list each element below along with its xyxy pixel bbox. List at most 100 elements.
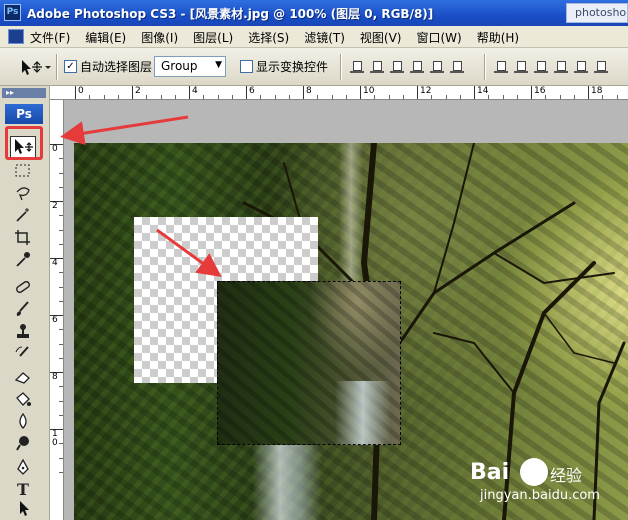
ruler-minor-tick xyxy=(388,95,390,99)
selection-marquee[interactable] xyxy=(217,281,401,445)
ruler-minor-tick xyxy=(274,95,276,99)
ruler-minor-tick xyxy=(59,243,63,245)
ruler-tick-label: 4 xyxy=(50,258,63,268)
ruler-minor-tick xyxy=(59,172,63,174)
align-bottom-icon[interactable] xyxy=(390,59,404,73)
align-top-icon[interactable] xyxy=(350,59,364,73)
options-separator xyxy=(484,54,485,80)
title-bar: Ps Adobe Photoshop CS3 - [风景素材.jpg @ 100… xyxy=(0,0,628,26)
ruler-minor-tick xyxy=(231,95,233,99)
clone-stamp-tool-icon[interactable] xyxy=(12,322,34,342)
brush-tool-icon[interactable] xyxy=(12,300,34,320)
ruler-minor-tick xyxy=(616,95,618,99)
crop-tool-icon[interactable] xyxy=(12,228,34,248)
ruler-tick-label: 0 xyxy=(75,86,84,99)
menu-item[interactable]: 文件(F) xyxy=(30,29,70,46)
eraser-tool-icon[interactable] xyxy=(12,368,34,388)
magic-wand-tool-icon[interactable] xyxy=(12,206,34,226)
ruler-tick-label: 18 xyxy=(588,86,602,99)
window-title: Adobe Photoshop CS3 - [风景素材.jpg @ 100% (… xyxy=(27,7,434,21)
watermark-cn: 经验 xyxy=(550,466,583,485)
options-bar: ✓ 自动选择图层 Group ▼ 显示变换控件 xyxy=(0,48,628,86)
ruler-minor-tick xyxy=(59,386,63,388)
ruler-minor-tick xyxy=(431,95,433,99)
ruler-minor-tick xyxy=(59,443,63,445)
ruler-minor-tick xyxy=(331,95,333,99)
menu-item[interactable]: 图层(L) xyxy=(193,29,233,46)
blur-tool-icon[interactable] xyxy=(12,412,34,432)
ruler-minor-tick xyxy=(59,272,63,274)
ruler-minor-tick xyxy=(174,95,176,99)
distribute-hcenter-icon[interactable] xyxy=(574,59,588,73)
lasso-tool-icon[interactable] xyxy=(12,184,34,204)
ruler-tick-label: 14 xyxy=(474,86,488,99)
marquee-tool-icon[interactable] xyxy=(12,162,34,182)
ruler-minor-tick xyxy=(117,95,119,99)
align-vertical-center-icon[interactable] xyxy=(370,59,384,73)
dropdown-value: Group xyxy=(161,59,198,73)
auto-select-checkbox[interactable]: ✓ xyxy=(64,60,77,73)
ruler-minor-tick xyxy=(146,95,148,99)
pen-tool-icon[interactable] xyxy=(12,458,34,478)
ruler-minor-tick xyxy=(59,329,63,331)
distribute-right-icon[interactable] xyxy=(594,59,608,73)
eyedropper-tool-icon[interactable] xyxy=(12,250,34,270)
distribute-top-icon[interactable] xyxy=(494,59,508,73)
path-selection-tool-icon[interactable] xyxy=(12,500,34,520)
align-horizontal-center-icon[interactable] xyxy=(430,59,444,73)
menu-bar: 文件(F) 编辑(E) 图像(I) 图层(L) 选择(S) 滤镜(T) 视图(V) 窗口(W)… xyxy=(0,26,628,48)
auto-select-target-dropdown[interactable]: Group ▼ xyxy=(154,56,226,77)
watermark-brand: Bai xyxy=(470,460,510,485)
ruler-tick-label: 6 xyxy=(50,315,63,325)
ruler-minor-tick xyxy=(59,343,63,345)
vertical-ruler[interactable]: 0 2 4 6 8 1 0 xyxy=(50,100,64,520)
healing-brush-tool-icon[interactable] xyxy=(12,278,34,298)
toolbox-grip[interactable]: ▸▸ xyxy=(2,88,46,98)
ruler-minor-tick xyxy=(59,457,63,459)
options-separator xyxy=(56,54,57,80)
move-tool-preset-icon[interactable] xyxy=(16,57,52,77)
ruler-tick-label: 16 xyxy=(531,86,545,99)
distribute-bottom-icon[interactable] xyxy=(534,59,548,73)
menu-item[interactable]: 图像(I) xyxy=(141,29,178,46)
ruler-tick-label: 8 xyxy=(50,372,63,382)
menu-item[interactable]: 帮助(H) xyxy=(477,29,519,46)
ruler-minor-tick xyxy=(374,95,376,99)
show-transform-checkbox[interactable] xyxy=(240,60,253,73)
photoshop-app-icon: Ps xyxy=(4,4,21,21)
ruler-minor-tick xyxy=(488,95,490,99)
document-icon[interactable] xyxy=(8,29,24,44)
menu-item[interactable]: 窗口(W) xyxy=(416,29,461,46)
ruler-minor-tick xyxy=(573,95,575,99)
ruler-minor-tick xyxy=(402,95,404,99)
paint-bucket-tool-icon[interactable] xyxy=(12,390,34,410)
align-left-icon[interactable] xyxy=(410,59,424,73)
ruler-tick-label: 6 xyxy=(246,86,255,99)
ruler-minor-tick xyxy=(445,95,447,99)
photoshop-logo[interactable]: Ps xyxy=(5,104,43,124)
baidu-paw-logo-icon xyxy=(520,458,548,486)
ruler-tick-label: 4 xyxy=(189,86,198,99)
history-brush-tool-icon[interactable] xyxy=(12,344,34,364)
ruler-minor-tick xyxy=(545,95,547,99)
ruler-minor-tick xyxy=(59,357,63,359)
align-right-icon[interactable] xyxy=(450,59,464,73)
horizontal-ruler[interactable]: 0 2 4 6 8 10 12 14 16 18 xyxy=(62,86,628,100)
ruler-tick-label: 10 xyxy=(360,86,374,99)
ruler-tick-label: 2 xyxy=(132,86,141,99)
menu-item[interactable]: 编辑(E) xyxy=(85,29,126,46)
type-tool-icon[interactable]: T xyxy=(12,480,34,500)
ruler-minor-tick xyxy=(345,95,347,99)
menu-item[interactable]: 选择(S) xyxy=(248,29,289,46)
dodge-tool-icon[interactable] xyxy=(12,434,34,454)
ruler-minor-tick xyxy=(59,300,63,302)
ruler-minor-tick xyxy=(59,414,63,416)
ruler-minor-tick xyxy=(59,158,63,160)
align-buttons-group xyxy=(350,59,470,73)
background-window-tab[interactable]: photosho xyxy=(566,3,628,23)
distribute-left-icon[interactable] xyxy=(554,59,568,73)
menu-item[interactable]: 视图(V) xyxy=(360,29,402,46)
ruler-tick-label: 0 xyxy=(50,144,63,154)
distribute-center-icon[interactable] xyxy=(514,59,528,73)
menu-item[interactable]: 滤镜(T) xyxy=(304,29,345,46)
